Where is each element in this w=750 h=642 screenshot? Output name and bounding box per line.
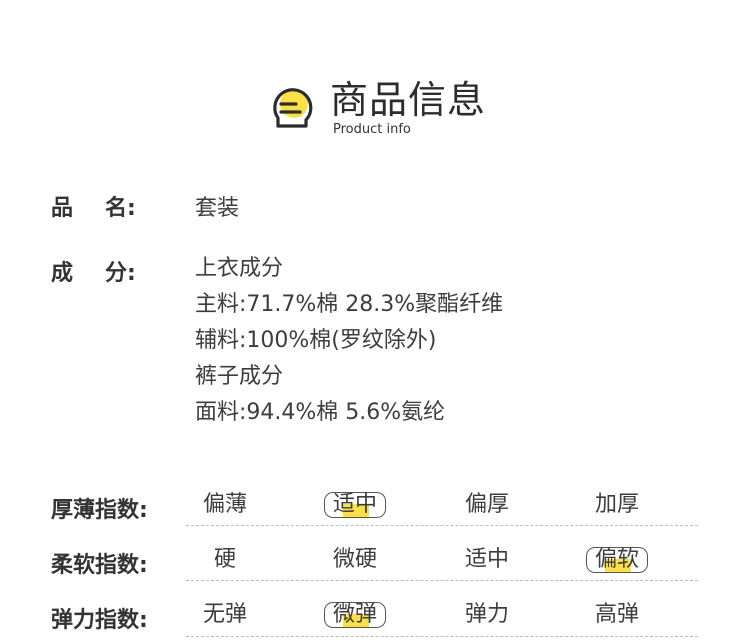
composition-label: 成 分: — [51, 255, 136, 287]
softness-option-medium: 适中 — [464, 547, 509, 572]
elasticity-option-none: 无弹 — [202, 602, 247, 627]
elasticity-option-stretch: 弹力 — [464, 602, 509, 627]
thickness-option-medium: 适中 — [290, 492, 420, 518]
composition-line: 上衣成分 — [195, 256, 284, 281]
composition-label-char-2: 分: — [105, 261, 136, 286]
row-divider — [186, 525, 698, 526]
thickness-option-thick: 偏厚 — [464, 492, 509, 517]
section-header: 商品信息 Product info — [266, 72, 526, 142]
row-divider — [186, 580, 698, 581]
page-title: 商品信息 — [330, 78, 487, 122]
composition-line: 面料:94.4%棉 5.6%氨纶 — [195, 400, 446, 425]
product-name-label: 品 名: — [51, 190, 136, 222]
elasticity-option-high: 高弹 — [594, 602, 639, 627]
elasticity-option-slight: 微弹 — [290, 602, 420, 628]
composition-line: 主料:71.7%棉 28.3%聚酯纤维 — [195, 292, 504, 317]
elasticity-index-label: 弹力指数: — [51, 608, 148, 633]
thickness-option-extra-thick: 加厚 — [594, 492, 639, 517]
product-name-label-char-1: 品 — [51, 196, 74, 221]
softness-option-soft: 偏软 — [552, 547, 682, 573]
softness-option-slightly-hard: 微硬 — [332, 547, 377, 572]
softness-index-label: 柔软指数: — [51, 553, 148, 578]
thickness-index-label: 厚薄指数: — [51, 498, 148, 523]
composition-line: 辅料:100%棉(罗纹除外) — [195, 328, 437, 353]
document-lines-icon — [273, 88, 313, 128]
softness-option-hard: 硬 — [213, 547, 236, 572]
thickness-option-thin: 偏薄 — [202, 492, 247, 517]
composition-list: 上衣成分 主料:71.7%棉 28.3%聚酯纤维 辅料:100%棉(罗纹除外) … — [195, 251, 503, 431]
product-name-value: 套装 — [195, 196, 240, 221]
composition-line: 裤子成分 — [195, 364, 284, 389]
page-subtitle: Product info — [333, 122, 411, 137]
product-name-label-char-2: 名: — [105, 196, 136, 221]
composition-label-char-1: 成 — [51, 261, 74, 286]
row-divider — [186, 636, 698, 637]
